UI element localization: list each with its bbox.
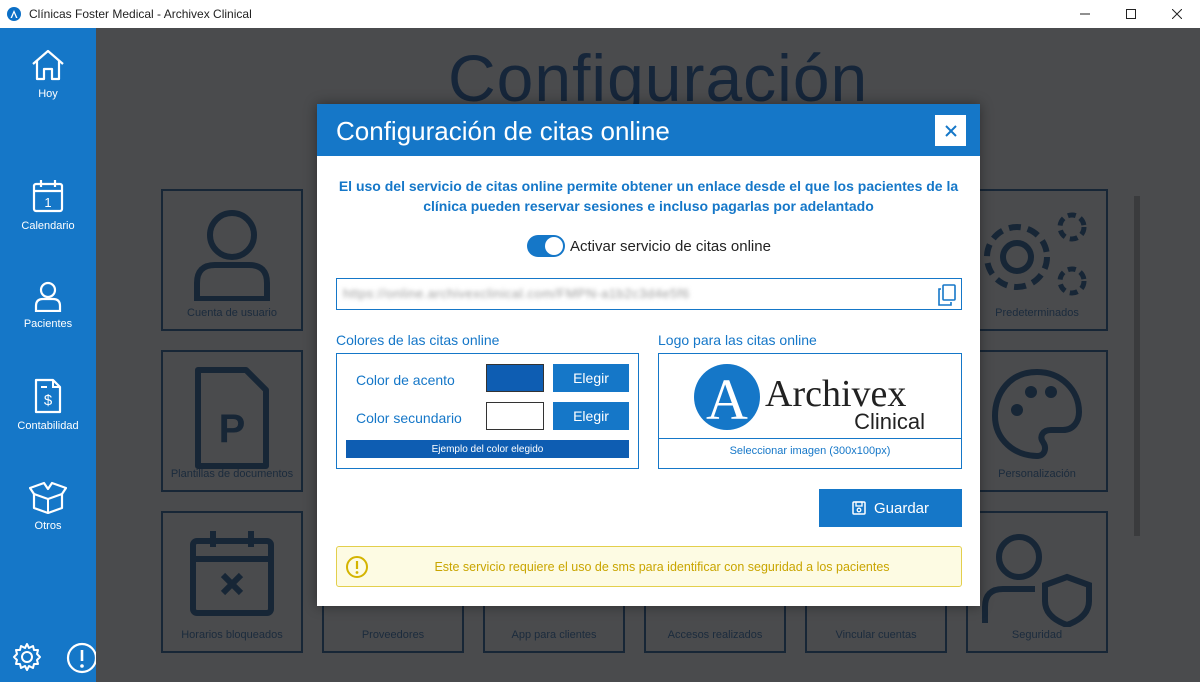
minimize-icon [1080, 13, 1090, 15]
sms-warning: Este servicio requiere el uso de sms par… [336, 546, 962, 587]
alert-circle-icon[interactable] [66, 642, 98, 674]
tile-label: Predeterminados [995, 307, 1079, 319]
calendar-day-number: 1 [44, 195, 51, 210]
choose-accent-button[interactable]: Elegir [553, 364, 629, 392]
tile-plantillas[interactable]: P Plantillas de documentos [161, 350, 303, 492]
logo-section-title: Logo para las citas online [658, 332, 817, 348]
sidebar-item-hoy[interactable]: Hoy [0, 48, 96, 100]
tile-label: Personalización [998, 468, 1076, 480]
user-icon [34, 281, 62, 312]
tile-label: Accesos realizados [667, 629, 763, 641]
palette-icon [991, 368, 1083, 460]
close-icon [944, 124, 957, 137]
document-p-icon: P [195, 367, 269, 469]
calendar-icon: 1 [32, 180, 64, 213]
maximize-button[interactable] [1108, 0, 1154, 28]
tile-horarios-bloqueados[interactable]: Horarios bloqueados [161, 511, 303, 653]
activate-service-row: Activar servicio de citas online [527, 235, 771, 257]
logo-brand-sub: Clinical [854, 409, 925, 432]
tile-label: Vincular cuentas [835, 629, 917, 641]
save-button[interactable]: Guardar [819, 489, 962, 527]
tile-predeterminados[interactable]: Predeterminados [966, 189, 1108, 331]
booking-url-text: https://online.archivexclinical.com/FMPN… [343, 286, 690, 301]
home-icon [32, 49, 64, 81]
logo-divider [659, 438, 961, 439]
gift-box-icon [29, 481, 67, 514]
colors-section-title: Colores de las citas online [336, 332, 500, 348]
calendar-x-icon [190, 531, 274, 616]
close-window-button[interactable] [1154, 0, 1200, 28]
user-shield-icon [982, 534, 1092, 627]
secondary-color-swatch[interactable] [486, 402, 544, 430]
svg-text:$: $ [44, 392, 53, 409]
archivex-logo: A Archivex Clinical [694, 364, 925, 432]
copy-icon[interactable] [937, 284, 957, 306]
minimize-button[interactable] [1062, 0, 1108, 28]
invoice-icon: $ [34, 378, 62, 414]
choose-secondary-button[interactable]: Elegir [553, 402, 629, 430]
sidebar-item-label: Pacientes [23, 318, 73, 330]
tile-label: Horarios bloqueados [181, 629, 283, 641]
secondary-color-label: Color secundario [356, 410, 462, 426]
sidebar-item-label: Calendario [21, 220, 75, 232]
sidebar-item-calendario[interactable]: 1 Calendario [0, 178, 96, 232]
tile-label: Cuenta de usuario [187, 307, 277, 319]
activate-service-toggle[interactable] [527, 235, 565, 257]
warning-text: Este servicio requiere el uso de sms par… [434, 560, 890, 574]
logo-letter: A [706, 367, 748, 432]
maximize-icon [1126, 9, 1136, 19]
sidebar-item-label: Otros [34, 520, 62, 532]
sidebar-item-pacientes[interactable]: Pacientes [0, 280, 96, 330]
booking-url-field[interactable]: https://online.archivexclinical.com/FMPN… [336, 278, 962, 310]
tile-label: Proveedores [361, 629, 425, 641]
tile-personalizacion[interactable]: Personalización [966, 350, 1108, 492]
tile-label: App para clientes [511, 629, 597, 641]
warning-icon [346, 556, 368, 578]
save-icon [852, 501, 866, 515]
accent-color-swatch[interactable] [486, 364, 544, 392]
online-appointments-dialog: Configuración de citas online El uso del… [317, 104, 980, 606]
colors-panel: Color de acento Elegir Color secundario … [336, 353, 639, 469]
dialog-intro-text: El uso del servicio de citas online perm… [338, 178, 959, 214]
dialog-header: Configuración de citas online [317, 104, 980, 156]
dialog-title: Configuración de citas online [336, 116, 670, 146]
sidebar-item-otros[interactable]: Otros [0, 480, 96, 532]
sidebar-item-label: Contabilidad [17, 420, 79, 432]
sidebar-item-contabilidad[interactable]: $ Contabilidad [0, 378, 96, 432]
close-dialog-button[interactable] [935, 115, 966, 146]
accent-color-label: Color de acento [356, 372, 455, 388]
gear-icon[interactable] [12, 642, 42, 672]
app-logo-icon [7, 7, 21, 21]
save-button-label: Guardar [873, 499, 930, 517]
document-glyph: P [219, 407, 246, 451]
sidebar: Hoy 1 Calendario Pacientes $ Contabilida… [0, 28, 98, 682]
title-bar: Clínicas Foster Medical - Archivex Clini… [0, 0, 1200, 28]
tile-label: Seguridad [1011, 629, 1063, 641]
logo-panel: A Archivex Clinical Seleccionar imagen (… [658, 353, 962, 469]
scrollbar[interactable] [1134, 196, 1140, 536]
user-icon [194, 210, 270, 301]
activate-service-label: Activar servicio de citas online [570, 237, 771, 255]
color-sample-bar: Ejemplo del color elegido [346, 440, 629, 458]
tile-seguridad[interactable]: Seguridad [966, 511, 1108, 653]
tile-cuenta-usuario[interactable]: Cuenta de usuario [161, 189, 303, 331]
window-title: Clínicas Foster Medical - Archivex Clini… [29, 7, 252, 21]
select-image-link[interactable]: Seleccionar imagen (300x100px) [659, 445, 961, 457]
gears-icon [984, 212, 1087, 296]
sidebar-item-label: Hoy [38, 88, 58, 100]
close-icon [1172, 9, 1182, 19]
